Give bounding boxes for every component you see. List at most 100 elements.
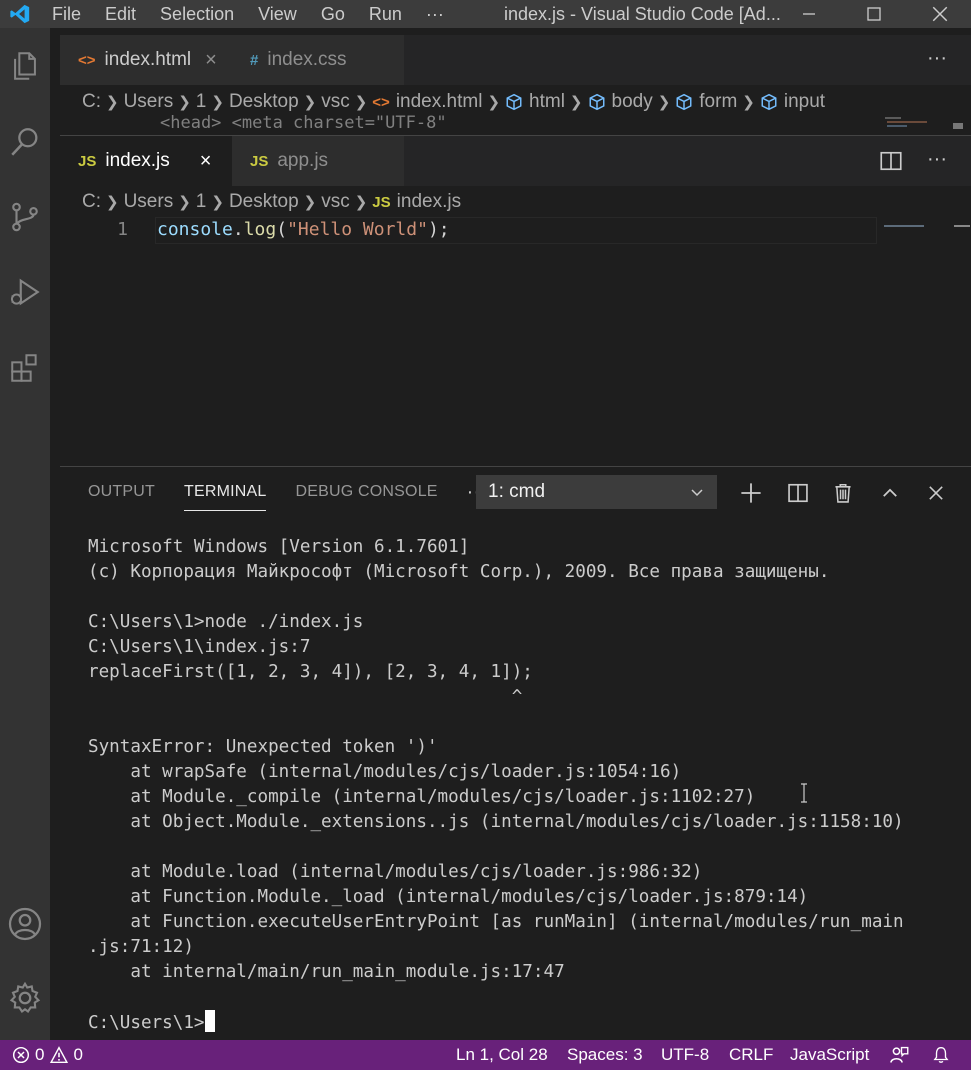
breadcrumb-item[interactable]: 1 — [196, 91, 207, 113]
breadcrumb-item[interactable]: C: — [82, 91, 101, 113]
close-window-button[interactable] — [917, 0, 963, 28]
notifications-button[interactable] — [932, 1040, 950, 1070]
chevron-right-icon: ❯ — [303, 94, 317, 111]
extensions-button[interactable] — [0, 340, 50, 396]
manage-button[interactable] — [0, 970, 50, 1026]
breadcrumb-item[interactable]: 1 — [196, 191, 207, 213]
encoding-status[interactable]: UTF-8 — [661, 1040, 709, 1070]
breadcrumb-item[interactable]: vsc — [321, 91, 350, 113]
chevron-right-icon: ❯ — [211, 194, 224, 211]
tab-close-icon[interactable]: × — [200, 150, 212, 173]
terminal-line: C:\Users\1\index.js:7 — [88, 637, 311, 657]
chevron-right-icon: ❯ — [742, 94, 755, 111]
element-cube-icon — [588, 93, 606, 111]
terminal-line: at internal/main/run_main_module.js:17:4… — [88, 962, 565, 982]
code-token-method: log — [243, 219, 277, 240]
new-terminal-button[interactable] — [738, 480, 764, 506]
menu-edit[interactable]: Edit — [93, 0, 148, 28]
breadcrumb-item[interactable]: Users — [124, 91, 174, 113]
split-terminal-button[interactable] — [785, 480, 811, 506]
tab-index-js[interactable]: JS index.js × — [60, 136, 232, 186]
language-mode[interactable]: JavaScript — [790, 1040, 869, 1070]
breadcrumb-item[interactable]: C: — [82, 191, 101, 213]
kill-terminal-button[interactable] — [830, 480, 856, 506]
breadcrumb: C: ❯ Users ❯ 1 ❯ Desktop ❯ vsc ❯ JS inde… — [82, 187, 461, 217]
chevron-right-icon: ❯ — [354, 194, 368, 211]
gear-icon — [9, 981, 41, 1014]
line-number: 1 — [117, 219, 128, 240]
explorer-button[interactable] — [0, 38, 50, 94]
more-actions-button[interactable]: ··· — [927, 47, 947, 70]
breadcrumb-item[interactable]: Desktop — [229, 91, 299, 113]
menu-go[interactable]: Go — [309, 0, 357, 28]
more-actions-button[interactable]: ··· — [927, 148, 947, 171]
menu-more[interactable]: ··· — [414, 0, 456, 28]
minimize-button[interactable] — [786, 0, 832, 28]
indentation-status[interactable]: Spaces: 3 — [567, 1040, 643, 1070]
search-button[interactable] — [0, 114, 50, 170]
breadcrumb-item[interactable]: Users — [124, 191, 174, 213]
terminal-output[interactable]: Microsoft Windows [Version 6.1.7601] (c)… — [88, 535, 968, 1035]
js-file-icon: JS — [78, 152, 97, 170]
tab-debug-console[interactable]: DEBUG CONSOLE — [295, 467, 437, 517]
terminal-line: replaceFirst([1, 2, 3, 4]), [2, 3, 4, 1]… — [88, 662, 533, 682]
terminal-line: at Module.load (internal/modules/cjs/loa… — [88, 862, 703, 882]
breadcrumb-item[interactable]: Desktop — [229, 191, 299, 213]
tab-index-css[interactable]: # index.css — [232, 35, 404, 85]
editor-group-1-tabs: <> index.html × # index.css ··· — [60, 35, 971, 85]
terminal-line: at Function.executeUserEntryPoint [as ru… — [88, 912, 904, 932]
minimap[interactable] — [884, 215, 970, 227]
search-icon — [11, 128, 38, 156]
breadcrumb-item[interactable]: index.js — [397, 191, 461, 213]
code-token-object: console — [157, 219, 233, 240]
menu-file[interactable]: File — [40, 0, 93, 28]
terminal-line: (c) Корпорация Майкрософт (Microsoft Cor… — [88, 562, 830, 582]
terminal-prompt-line[interactable]: C:\Users\1> — [88, 1010, 968, 1035]
terminal-line: C:\Users\1>node ./index.js — [88, 612, 364, 632]
minimap[interactable] — [883, 115, 963, 135]
breadcrumb-item[interactable]: html — [529, 91, 565, 113]
problems-status[interactable]: 0 0 — [12, 1040, 83, 1070]
split-editor-button[interactable] — [879, 149, 903, 178]
breadcrumb-item[interactable]: vsc — [321, 191, 350, 213]
chevron-right-icon: ❯ — [487, 94, 501, 111]
cursor-position[interactable]: Ln 1, Col 28 — [456, 1040, 548, 1070]
code-token-paren: ( — [276, 219, 288, 240]
warning-icon — [50, 1046, 69, 1064]
terminal-line: .js:71:12) — [88, 937, 194, 957]
breadcrumb-item[interactable]: index.html — [396, 91, 483, 113]
menu-bar: File Edit Selection View Go Run ··· — [40, 0, 456, 28]
tab-output[interactable]: OUTPUT — [88, 467, 155, 517]
tab-app-js[interactable]: JS app.js — [232, 136, 404, 186]
close-panel-button[interactable] — [923, 480, 949, 506]
feedback-button[interactable] — [889, 1040, 909, 1070]
run-debug-button[interactable] — [0, 264, 50, 320]
tab-label: index.css — [267, 49, 347, 70]
account-icon — [8, 907, 42, 941]
menu-run[interactable]: Run — [357, 0, 414, 28]
panel-tabs: OUTPUT TERMINAL DEBUG CONSOLE ··· — [88, 467, 516, 517]
source-control-button[interactable] — [0, 189, 50, 245]
tab-close-icon[interactable]: × — [205, 49, 217, 72]
menu-selection[interactable]: Selection — [148, 0, 246, 28]
code-line[interactable]: 1 console.log("Hello World"); — [60, 219, 880, 243]
breadcrumb-item[interactable]: body — [612, 91, 653, 113]
chevron-right-icon: ❯ — [211, 94, 224, 111]
eol-status[interactable]: CRLF — [729, 1040, 773, 1070]
tab-terminal[interactable]: TERMINAL — [183, 467, 267, 517]
terminal-select[interactable]: 1: cmd — [476, 475, 717, 509]
breadcrumb-item[interactable]: input — [784, 91, 825, 113]
maximize-icon — [867, 7, 881, 21]
vscode-logo-icon[interactable] — [0, 0, 40, 28]
chevron-right-icon: ❯ — [106, 194, 119, 211]
breadcrumb-item[interactable]: form — [699, 91, 737, 113]
menu-view[interactable]: View — [246, 0, 309, 28]
tab-index-html[interactable]: <> index.html × — [60, 35, 232, 85]
maximize-panel-button[interactable] — [877, 480, 903, 506]
maximize-button[interactable] — [851, 0, 897, 28]
text-cursor-icon — [799, 783, 809, 803]
code-content[interactable]: console.log("Hello World"); — [157, 219, 450, 240]
css-file-icon: # — [250, 51, 259, 69]
accounts-button[interactable] — [0, 896, 50, 952]
terminal-prompt: C:\Users\1> — [88, 1013, 205, 1033]
